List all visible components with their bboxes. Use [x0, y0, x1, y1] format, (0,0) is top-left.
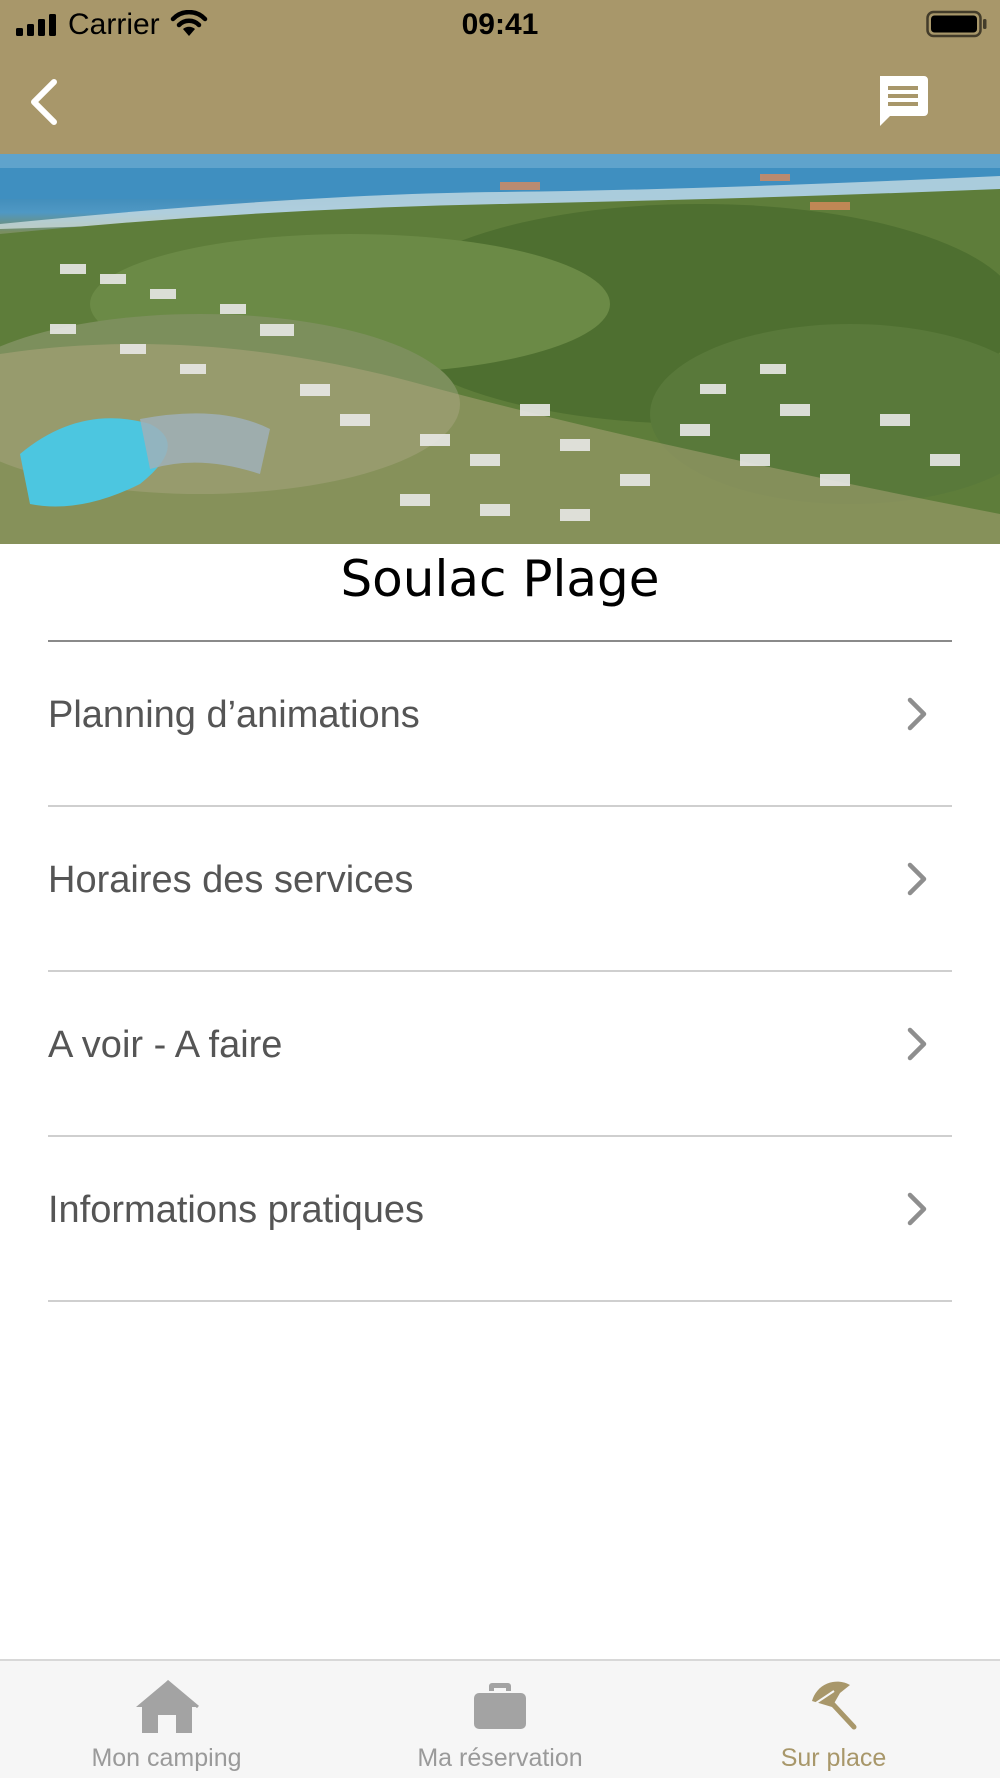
page-title: Soulac Plage: [340, 550, 660, 608]
tab-bar: Mon camping Ma réservation Sur place: [0, 1659, 1000, 1778]
screen: Carrier 09:41 Soulac Plage Planning d’an…: [0, 0, 1000, 1778]
briefcase-icon: [474, 1683, 526, 1729]
beach-umbrella-icon: [811, 1681, 856, 1730]
menu-item-horaires-services[interactable]: Horaires des services: [48, 807, 952, 972]
menu-item-label: Planning d’animations: [48, 694, 420, 736]
chevron-right-icon: [907, 697, 927, 731]
tab-sur-place[interactable]: Sur place: [667, 1661, 1000, 1778]
menu-list: Planning d’animations Horaires des servi…: [48, 640, 952, 1302]
header: Carrier 09:41: [0, 0, 1000, 154]
menu-item-planning-animations[interactable]: Planning d’animations: [48, 642, 952, 807]
tab-mon-camping[interactable]: Mon camping: [0, 1661, 333, 1778]
menu-item-informations-pratiques[interactable]: Informations pratiques: [48, 1137, 952, 1302]
status-bar: Carrier 09:41: [0, 0, 1000, 50]
home-icon: [135, 1679, 199, 1733]
chevron-left-icon: [31, 79, 57, 125]
message-icon: [880, 76, 928, 126]
tab-label: Ma réservation: [417, 1744, 583, 1772]
menu-item-label: Horaires des services: [48, 859, 414, 901]
hero-image: [0, 154, 1000, 544]
back-button[interactable]: [20, 70, 70, 134]
menu-item-a-voir-a-faire[interactable]: A voir - A faire: [48, 972, 952, 1137]
status-time: 09:41: [461, 8, 539, 41]
menu-item-label: A voir - A faire: [48, 1024, 283, 1066]
chevron-right-icon: [907, 1027, 927, 1061]
menu-item-label: Informations pratiques: [48, 1189, 424, 1231]
chevron-right-icon: [907, 862, 927, 896]
tab-label: Sur place: [780, 1744, 887, 1772]
chevron-right-icon: [907, 1192, 927, 1226]
tab-label: Mon camping: [91, 1744, 242, 1772]
message-button[interactable]: [870, 70, 934, 134]
battery-icon: [926, 10, 987, 38]
tab-ma-reservation[interactable]: Ma réservation: [333, 1661, 667, 1778]
